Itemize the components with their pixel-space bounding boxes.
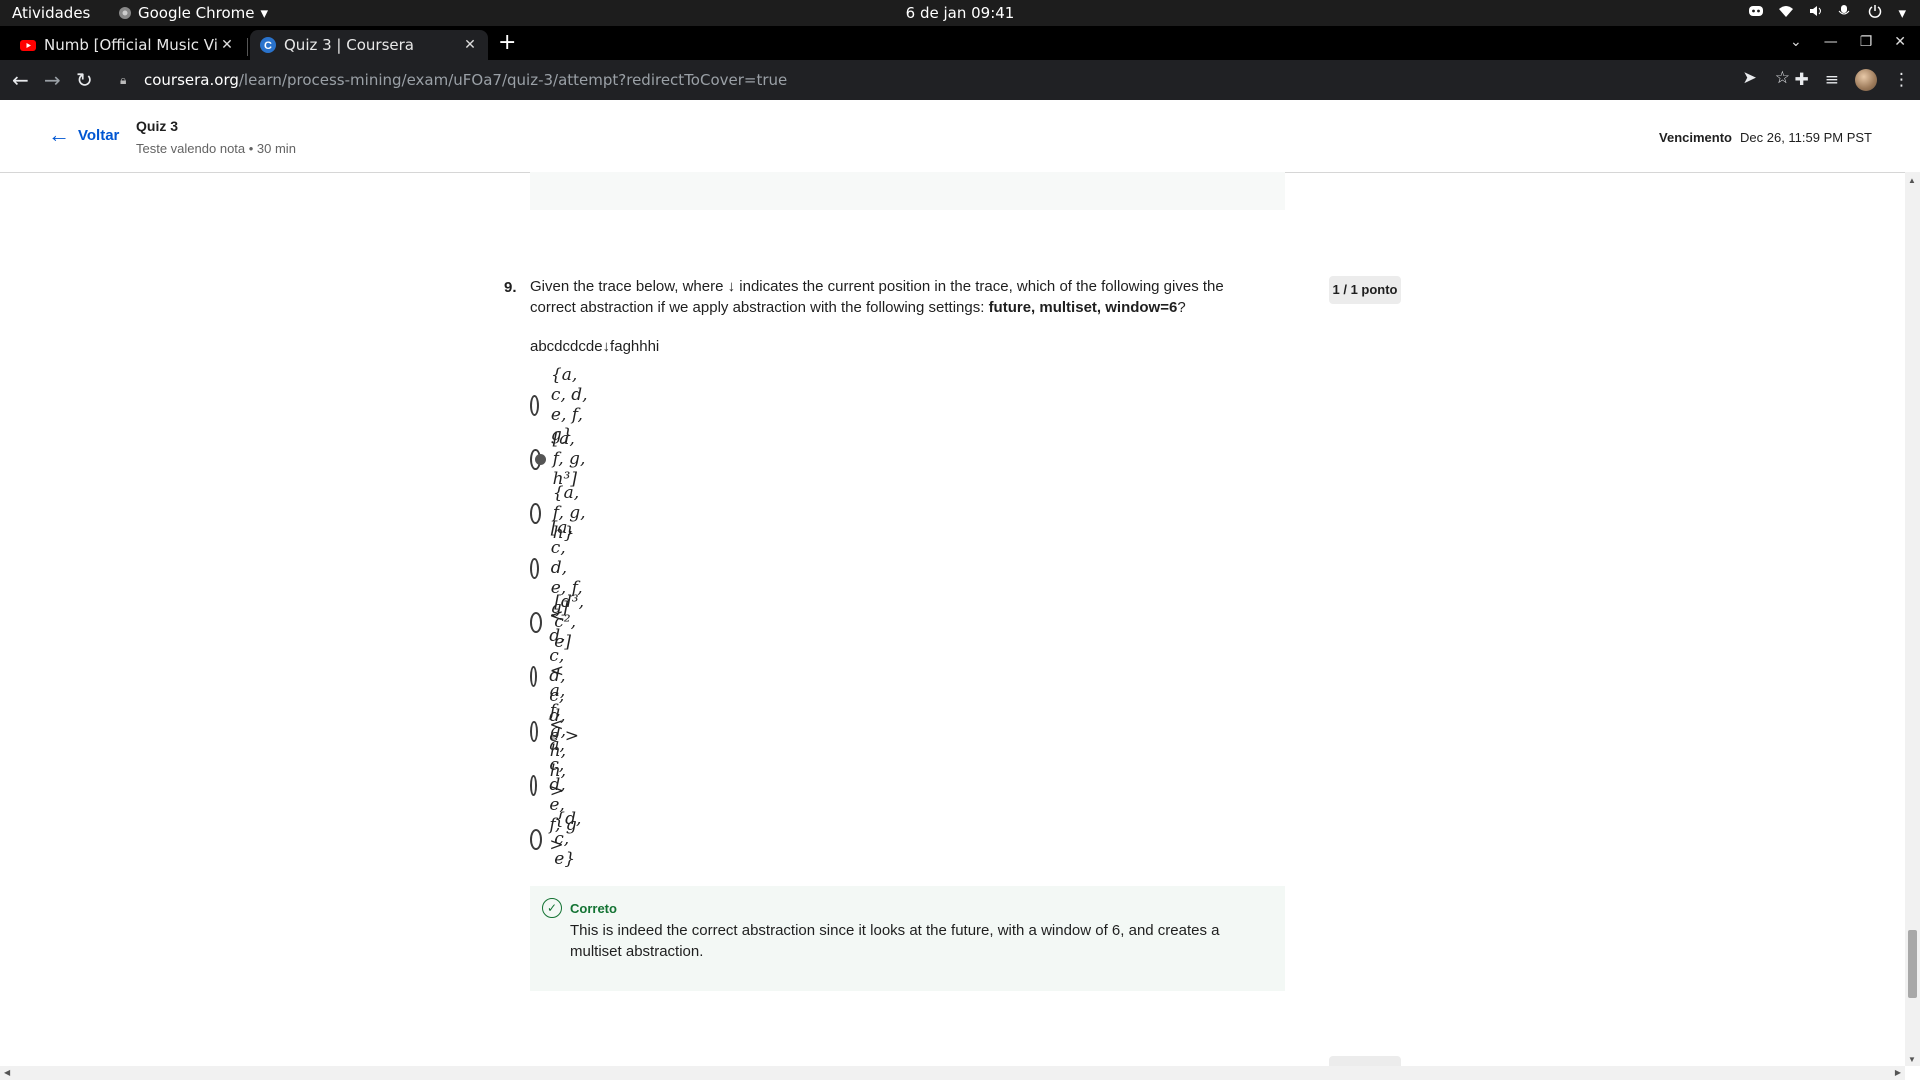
media-queue-icon[interactable]: ≡ (1825, 70, 1839, 90)
page-title: Quiz 3 (136, 118, 179, 134)
back-arrow-icon[interactable]: ← (12, 69, 29, 91)
previous-feedback-box (530, 172, 1285, 210)
new-tab-button[interactable]: + (498, 30, 516, 55)
toolbar-actions: ✚ ≡ ⋮ (1795, 69, 1910, 91)
omnibox-actions: ➤ ☆ (1743, 68, 1791, 88)
vertical-scrollbar[interactable]: ▲ ▼ (1905, 172, 1920, 1066)
svg-text:C: C (264, 40, 272, 52)
quiz-subtitle: Teste valendo nota • 30 min (136, 141, 296, 156)
activities-button[interactable]: Atividades (12, 4, 90, 22)
tab-strip: Numb [Official Music Video] ✕ C Quiz 3 |… (0, 26, 1920, 60)
coursera-icon: C (260, 37, 276, 53)
due-value: Dec 26, 11:59 PM PST (1740, 130, 1872, 145)
tab-title: Quiz 3 | Coursera (284, 36, 414, 54)
points-badge: 1 / 1 ponto (1329, 276, 1401, 304)
radio-button[interactable] (530, 611, 543, 633)
url-host: coursera.org (144, 71, 239, 89)
close-icon[interactable]: ✕ (217, 37, 237, 53)
send-icon[interactable]: ➤ (1743, 68, 1757, 88)
question-text-bold: future, multiset, window=6 (988, 299, 1178, 316)
next-question-preview (530, 1058, 1285, 1066)
lock-icon: 🔒︎ (120, 72, 127, 87)
radio-button-selected[interactable] (530, 448, 546, 470)
horizontal-scrollbar[interactable]: ◀ ▶ (0, 1066, 1905, 1080)
os-top-bar: Atividades Google Chrome ▾ 6 de jan 09:4… (0, 0, 1920, 26)
forward-arrow-icon[interactable]: → (44, 69, 61, 91)
radio-button[interactable] (530, 665, 538, 687)
answer-option[interactable]: < a, c, d, e, f, g > (530, 715, 579, 855)
scroll-down-icon[interactable]: ▼ (1908, 1055, 1916, 1064)
microphone-icon (1838, 4, 1854, 20)
feedback-status: Correto (570, 901, 617, 916)
close-icon[interactable]: ✕ (460, 37, 480, 53)
option-label: [a, f, g, h³] (552, 429, 586, 489)
radio-button[interactable] (530, 557, 539, 579)
due-date: Vencimento Dec 26, 11:59 PM PST (1659, 130, 1872, 145)
scrollbar-thumb[interactable] (1908, 930, 1917, 998)
tab-search-icon[interactable]: ⌄ (1790, 34, 1802, 50)
check-circle-icon: ✓ (542, 898, 562, 918)
answer-option[interactable]: {a, c, d, e, f, g} (530, 365, 589, 445)
back-arrow-icon: ← (48, 122, 70, 147)
youtube-icon (20, 40, 36, 51)
trace-text: abcdcdcde↓faghhhi (530, 338, 660, 355)
question-text-part: ? (1177, 299, 1186, 316)
power-icon (1868, 4, 1884, 20)
bookmark-star-icon[interactable]: ☆ (1775, 68, 1790, 88)
app-menu-label: Google Chrome (138, 4, 255, 22)
extensions-icon[interactable]: ✚ (1795, 70, 1809, 90)
wifi-icon (1778, 4, 1794, 20)
answer-option[interactable]: {d, c, e} (530, 809, 590, 869)
tab-divider (247, 38, 248, 56)
question-text: Given the trace below, where ↓ indicates… (530, 276, 1270, 318)
radio-button[interactable] (530, 394, 539, 416)
radio-button[interactable] (530, 774, 538, 796)
avatar[interactable] (1855, 69, 1877, 91)
answer-option[interactable]: [a, c, d, e, f, g] (530, 518, 585, 618)
chrome-icon (119, 7, 131, 19)
restore-icon[interactable]: ❐ (1860, 34, 1873, 50)
feedback-text: This is indeed the correct abstraction s… (570, 922, 1220, 960)
volume-icon (1808, 4, 1824, 20)
discord-icon (1748, 4, 1764, 20)
minimize-icon[interactable]: — (1824, 34, 1838, 50)
radio-button[interactable] (530, 720, 538, 742)
tab-coursera[interactable]: C Quiz 3 | Coursera ✕ (250, 30, 488, 60)
browser-toolbar: ← → ↻ 🔒︎ coursera.org/learn/process-mini… (0, 60, 1920, 100)
scroll-up-icon[interactable]: ▲ (1908, 176, 1916, 185)
back-button[interactable]: ← Voltar (48, 122, 120, 147)
answer-option[interactable]: [a, f, g, h³] (530, 429, 587, 489)
app-menu[interactable]: Google Chrome ▾ (118, 4, 268, 22)
tab-youtube[interactable]: Numb [Official Music Video] ✕ (10, 30, 245, 60)
radio-button[interactable] (530, 828, 543, 850)
feedback-box: ✓ Correto This is indeed the correct abs… (530, 886, 1285, 991)
caret-down-icon: ▾ (260, 4, 269, 22)
next-points-badge (1329, 1056, 1401, 1066)
question-number: 9. (504, 279, 517, 296)
window-controls: ⌄ — ❐ ✕ (1790, 34, 1906, 50)
menu-kebab-icon[interactable]: ⋮ (1893, 70, 1910, 90)
quiz-header: ← Voltar Quiz 3 Teste valendo nota • 30 … (0, 100, 1920, 173)
tab-title: Numb [Official Music Video] (44, 36, 217, 54)
radio-button[interactable] (530, 502, 541, 524)
scroll-right-icon[interactable]: ▶ (1895, 1068, 1901, 1077)
back-label: Voltar (78, 126, 120, 144)
due-label: Vencimento (1659, 130, 1732, 145)
system-tray[interactable]: ▾ (1748, 4, 1906, 22)
window-close-icon[interactable]: ✕ (1894, 34, 1906, 50)
address-bar[interactable]: 🔒︎ coursera.org/learn/process-mining/exa… (108, 64, 1768, 96)
url-path: /learn/process-mining/exam/uFOa7/quiz-3/… (238, 71, 788, 89)
reload-icon[interactable]: ↻ (76, 69, 93, 91)
scroll-left-icon[interactable]: ◀ (4, 1068, 10, 1077)
caret-down-icon: ▾ (1898, 4, 1906, 22)
clock: 6 de jan 09:41 (905, 4, 1015, 22)
option-label: {d, c, e} (554, 809, 582, 869)
